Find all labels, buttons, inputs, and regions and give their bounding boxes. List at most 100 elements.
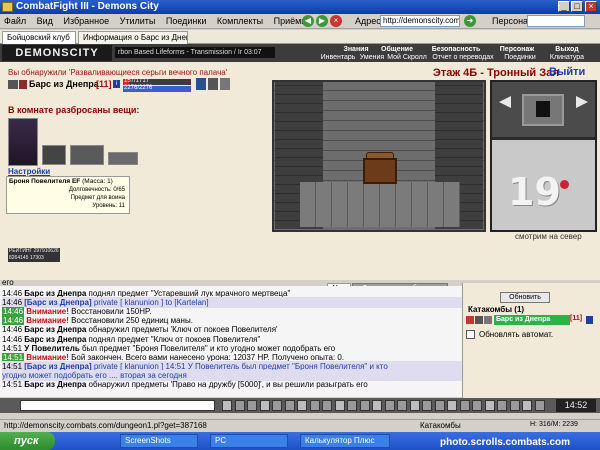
toolbar-action-icon[interactable]	[459, 400, 470, 411]
effect-icon-3[interactable]	[220, 78, 230, 90]
item-3[interactable]	[70, 145, 104, 165]
app-icon	[2, 2, 13, 12]
toolbar-action-icon[interactable]	[247, 400, 257, 411]
item-tooltip: Броня Повелителя EF (Масса: 1) Долговечн…	[6, 176, 130, 214]
toolbar-action-icon[interactable]	[472, 400, 482, 411]
rating-counter[interactable]: РЕЙТИНГ 297910626 8264145 17303	[8, 248, 60, 262]
menu-fights[interactable]: Поединки	[162, 14, 211, 28]
rating-counter-text: РЕЙТИНГ 297910626	[9, 248, 59, 254]
toolbar-action-icon[interactable]	[397, 400, 407, 411]
player-level: [11]	[570, 315, 583, 322]
nav-transfers[interactable]: Отчет о переводах	[430, 53, 496, 62]
hp-text: 157/1717	[124, 78, 150, 84]
stop-icon[interactable]: ×	[330, 15, 342, 27]
toolbar-action-icon[interactable]	[434, 400, 445, 411]
nav-inventory[interactable]: Инвентарь	[318, 53, 358, 62]
toolbar-action-icon[interactable]	[384, 400, 395, 411]
toolbar-action-icon[interactable]	[259, 400, 270, 411]
menu-favorites[interactable]: Избранное	[59, 14, 113, 28]
found-message: Вы обнаружили 'Разваливающиеся серьги ве…	[8, 68, 228, 77]
forward-icon[interactable]: ▶	[316, 15, 328, 27]
toolbar-action-icon[interactable]	[359, 400, 370, 411]
look-direction: смотрим на север	[515, 232, 582, 241]
toolbar-action-icon[interactable]	[422, 400, 432, 411]
chat-author[interactable]: Барс из Днепра	[24, 380, 86, 389]
info-icon[interactable]: i	[113, 80, 120, 88]
room-title: Этаж 4Б - Тронный Зал	[433, 67, 560, 79]
persona-input[interactable]	[527, 15, 585, 27]
toolbar-action-icon[interactable]	[309, 400, 320, 411]
item-armor[interactable]	[8, 118, 38, 166]
toolbar-action-icon[interactable]	[322, 400, 332, 411]
start-button[interactable]: пуск	[0, 432, 55, 450]
settings-link[interactable]: Настройки	[8, 167, 50, 176]
toolbar-action-icon[interactable]	[497, 400, 507, 411]
maximize-button[interactable]: □	[571, 1, 583, 12]
floor	[300, 182, 460, 227]
item-4[interactable]	[108, 152, 138, 165]
minimize-button[interactable]: _	[558, 1, 570, 12]
toolbar-action-icon[interactable]	[272, 400, 282, 411]
toolbar-action-icon[interactable]	[347, 400, 357, 411]
refresh-button[interactable]: Обновить	[500, 292, 550, 303]
player-icon-3	[484, 316, 492, 324]
menu-utils[interactable]: Утилиты	[116, 14, 160, 28]
menu-view[interactable]: Вид	[33, 14, 57, 28]
toolbar-action-icon[interactable]	[234, 400, 245, 411]
toolbar-action-icon[interactable]	[534, 400, 545, 411]
address-input[interactable]: http://demonscity.combat	[380, 15, 460, 27]
game-logo: DEMONSCITY	[2, 45, 112, 61]
tab-club-label: Бойцовский клуб	[7, 33, 70, 42]
chat-line-fragment: его	[2, 278, 14, 287]
char-name[interactable]: Барс из Днепра	[29, 79, 99, 89]
nav-skills[interactable]: Умения	[358, 53, 386, 62]
go-icon[interactable]: ➜	[464, 15, 476, 27]
player-entry[interactable]: Барс из Днепра	[494, 315, 570, 325]
start-label: пуск	[14, 435, 39, 447]
mana-text: 2276/2276	[124, 85, 153, 91]
player-info-icon[interactable]	[586, 316, 593, 324]
status-memory: H: 316/M: 2239	[530, 421, 578, 428]
menu-file[interactable]: Файл	[0, 14, 30, 28]
toolbar-action-icon[interactable]	[297, 400, 307, 411]
task-pc[interactable]: PC	[210, 434, 288, 448]
chat-input[interactable]	[20, 400, 215, 411]
exit-link[interactable]: Выйти	[549, 66, 585, 78]
task-screenshots[interactable]: ScreenShots	[120, 434, 198, 448]
window-title: CombatFight III - Demons City	[16, 1, 159, 12]
minimap-figure	[536, 101, 550, 117]
effect-icon-1[interactable]	[196, 78, 206, 90]
player-marker-icon	[560, 180, 569, 189]
location-name: Катакомбы (1)	[468, 305, 525, 314]
char-level: [11]	[96, 79, 112, 89]
toolbar-action-icon[interactable]	[409, 400, 420, 411]
task-calculator[interactable]: Калькулятор Плюс	[300, 434, 390, 448]
menu-sets[interactable]: Комплекты	[213, 14, 267, 28]
marquee-clock: 03:07	[244, 49, 262, 56]
toolbar-action-icon[interactable]	[509, 400, 520, 411]
toolbar-action-icon[interactable]	[284, 400, 295, 411]
chat-line: 14:51 Барс из Днепра обнаружил предметы …	[2, 379, 462, 390]
player-icon-1	[466, 316, 474, 324]
toolbar-action-icon[interactable]	[484, 400, 495, 411]
close-button[interactable]: ×	[585, 1, 597, 12]
auto-refresh-checkbox[interactable]	[466, 330, 475, 339]
toolbar-action-icon[interactable]	[447, 400, 457, 411]
toolbar-action-icon[interactable]	[334, 400, 345, 411]
toolbar-action-icon[interactable]	[222, 400, 232, 411]
nav-clinic[interactable]: Клинатура	[542, 53, 592, 62]
chat-time: 14:51	[2, 380, 23, 389]
item-2[interactable]	[42, 145, 66, 165]
back-icon[interactable]: ◀	[302, 15, 314, 27]
effect-icon-2[interactable]	[208, 78, 218, 90]
tooltip-name: Броня Повелителя EF (Масса: 1)	[9, 178, 113, 185]
tab-club[interactable]: Бойцовский клуб	[2, 31, 76, 44]
title-bar: CombatFight III - Demons City	[0, 0, 600, 14]
nav-fights[interactable]: Поединки	[500, 53, 540, 62]
tab-info[interactable]: Информация о Барс из Днепра	[78, 31, 188, 44]
nav-scroll[interactable]: Мой Скролл	[386, 53, 428, 62]
tooltip-level: Уровень: 11	[92, 203, 125, 209]
toolbar-action-icon[interactable]	[522, 400, 532, 411]
toolbar-action-icon[interactable]	[372, 400, 382, 411]
chest[interactable]	[363, 158, 397, 184]
